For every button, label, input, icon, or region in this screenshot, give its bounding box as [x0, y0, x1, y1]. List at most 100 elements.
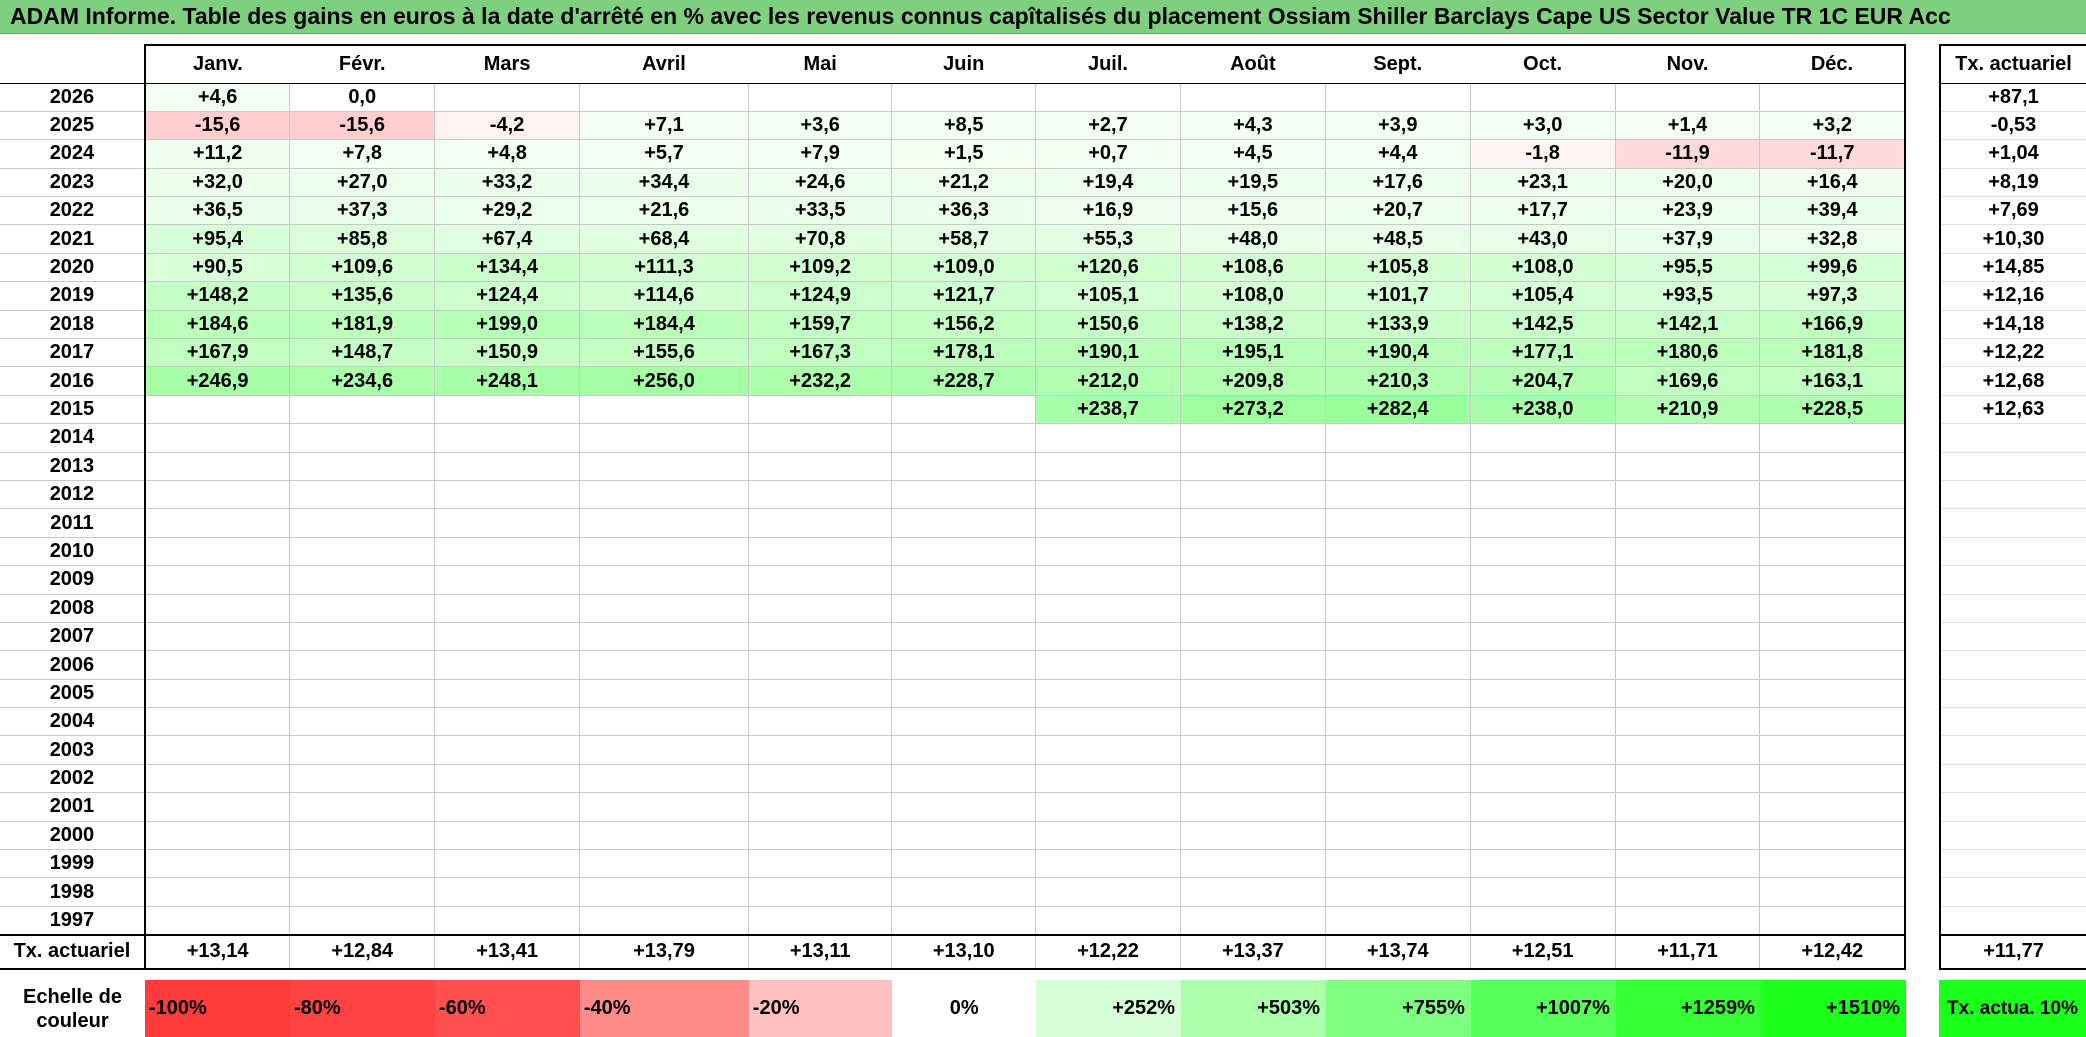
gain-cell	[434, 82, 581, 112]
gain-cell	[579, 763, 749, 794]
gain-cell	[1469, 565, 1616, 595]
gain-cell	[434, 565, 581, 595]
color-scale-swatch: +252%	[1036, 980, 1182, 1037]
gain-cell: +184,4	[579, 309, 749, 340]
gain-cell: +166,9	[1759, 309, 1907, 340]
gain-cell	[1035, 707, 1181, 737]
gain-cell: +114,6	[579, 281, 749, 311]
gain-cell: +148,2	[144, 281, 291, 311]
color-scale-swatch: 0%	[892, 980, 1037, 1037]
gain-cell: +17,7	[1469, 196, 1616, 226]
year-label: 2025	[0, 110, 146, 141]
gain-cell	[1614, 593, 1761, 623]
gain-cell: +212,0	[1035, 366, 1181, 396]
gain-cell	[1324, 792, 1471, 822]
rate-row	[1939, 707, 2086, 737]
gain-cell	[1324, 678, 1471, 709]
gain-cell	[747, 423, 893, 453]
rate-row: +12,16	[1939, 281, 2086, 311]
rate-cell: +8,19	[1939, 168, 2086, 198]
month-header: Août	[1180, 44, 1326, 84]
year-row: 2014	[0, 423, 1907, 453]
year-row: 2006	[0, 650, 1907, 680]
gain-cell	[1035, 650, 1181, 680]
gain-cell: +150,6	[1035, 309, 1181, 340]
gain-cell	[747, 650, 893, 680]
gain-cell	[289, 451, 436, 481]
gain-cell	[434, 394, 581, 425]
year-row: 1997	[0, 905, 1907, 936]
gain-cell	[1759, 565, 1907, 595]
gain-cell: +21,2	[891, 167, 1037, 198]
gain-cell	[144, 451, 291, 481]
year-row: 2023 +32,0 +27,0 +33,2 +34,4 +24,6 +21,2 +19,4 +…	[0, 167, 1907, 198]
gain-cell	[434, 707, 581, 737]
rate-row	[1939, 821, 2086, 851]
month-header: Mai	[748, 44, 892, 84]
gain-cell	[289, 678, 436, 709]
gain-cell	[579, 423, 749, 453]
gain-cell	[1179, 593, 1326, 623]
gain-cell: +58,7	[891, 224, 1037, 254]
gain-cell: +23,1	[1469, 167, 1616, 198]
year-row: 2013	[0, 451, 1907, 481]
gain-cell	[144, 394, 291, 425]
gain-cell	[891, 621, 1037, 652]
gain-cell	[144, 508, 291, 538]
gain-cell	[579, 593, 749, 623]
gain-cell	[1179, 536, 1326, 567]
gain-cell	[144, 650, 291, 680]
year-label: 2024	[0, 139, 146, 169]
gain-cell: +246,9	[144, 366, 291, 396]
year-label: 2023	[0, 167, 146, 198]
gain-cell	[434, 508, 581, 538]
gain-cell	[434, 650, 581, 680]
gain-cell: +3,0	[1469, 110, 1616, 141]
gain-cell	[1614, 423, 1761, 453]
gain-cell: +70,8	[747, 224, 893, 254]
year-label: 2013	[0, 451, 146, 481]
gain-cell	[289, 735, 436, 765]
gain-cell: +190,4	[1324, 338, 1471, 368]
gain-cell	[1614, 820, 1761, 851]
gain-cell: +43,0	[1469, 224, 1616, 254]
gain-cell	[1035, 536, 1181, 567]
year-row: 2007	[0, 621, 1907, 652]
rate-cell	[1939, 679, 2086, 709]
year-row: 2005	[0, 678, 1907, 709]
gain-cell	[1179, 508, 1326, 538]
gain-cell	[144, 678, 291, 709]
gain-cell	[1469, 905, 1616, 936]
rate-row: +12,63	[1939, 395, 2086, 425]
gain-cell	[891, 678, 1037, 709]
gain-cell: +181,9	[289, 309, 436, 340]
gain-cell	[747, 877, 893, 907]
year-row: 2021 +95,4 +85,8 +67,4 +68,4 +70,8 +58,7 +55,3 +…	[0, 224, 1907, 254]
gain-cell	[1179, 763, 1326, 794]
gain-cell: +181,8	[1759, 338, 1907, 368]
gain-cell: +238,0	[1469, 394, 1616, 425]
actuarial-rate-table: Tx. actuariel +87,1 -0,53 +1,04 +8,19 +7,69 +…	[1939, 44, 2086, 970]
rate-row: +7,69	[1939, 196, 2086, 226]
gain-cell	[579, 877, 749, 907]
month-header: Avril	[579, 44, 749, 84]
gain-cell	[1759, 479, 1907, 510]
gain-cell: +11,2	[144, 139, 291, 169]
gain-cell: -4,2	[434, 110, 581, 141]
gain-cell	[891, 593, 1037, 623]
rate-cell: +10,30	[1939, 224, 2086, 254]
color-scale-row: Echelle de couleur -100% -80% -60% -40% -20% 0…	[0, 980, 1906, 1037]
rate-row	[1939, 594, 2086, 623]
year-label: 2022	[0, 196, 146, 226]
gain-cell	[434, 536, 581, 567]
gain-cell	[1324, 905, 1471, 936]
gain-cell: +180,6	[1614, 338, 1761, 368]
gain-cell: +109,0	[891, 252, 1037, 283]
gain-cell: +135,6	[289, 281, 436, 311]
year-row: 2019 +148,2 +135,6 +124,4 +114,6 +124,9 +121,7…	[0, 281, 1907, 311]
gain-cell: +155,6	[579, 338, 749, 368]
gain-cell: -11,9	[1614, 139, 1761, 169]
gain-cell	[1469, 479, 1616, 510]
gain-cell: +33,5	[747, 196, 893, 226]
gain-cell	[1179, 877, 1326, 907]
